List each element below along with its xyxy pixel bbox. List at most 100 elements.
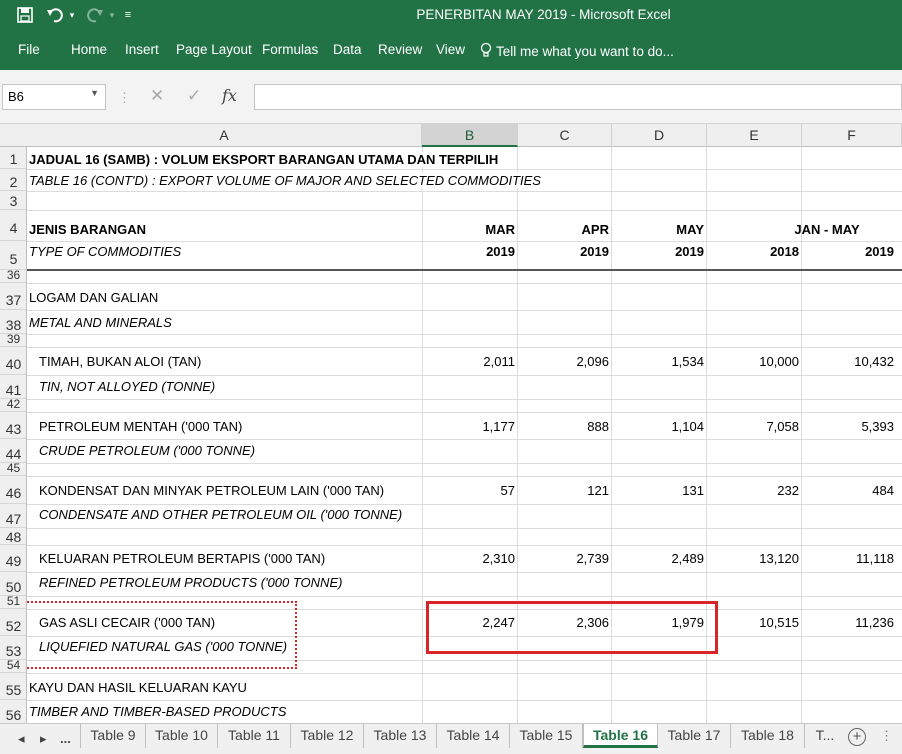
header-commodity-ms: JENIS BARANGAN	[29, 222, 147, 237]
gridline	[27, 476, 902, 477]
sheet-tab[interactable]: Table 18	[731, 724, 805, 748]
sheet-tab[interactable]: Table 10	[146, 724, 218, 748]
row-header[interactable]: 40	[0, 347, 26, 375]
value-cell[interactable]: 13,120	[706, 551, 799, 566]
value-cell[interactable]: 2,489	[611, 551, 704, 566]
value-cell[interactable]: 57	[422, 483, 515, 498]
gridline	[27, 528, 902, 529]
row-header[interactable]: 54	[0, 659, 26, 673]
value-cell[interactable]: 10,000	[706, 354, 799, 369]
row-header[interactable]: 3	[0, 191, 26, 210]
header-year-f: 2019	[865, 244, 894, 259]
sheet-tab[interactable]: Table 9	[80, 724, 146, 748]
tell-me-label: Tell me what you want to do...	[496, 44, 674, 59]
ribbon-tabs: File Home Insert Page Layout Formulas Da…	[0, 32, 902, 70]
row-header[interactable]: 42	[0, 398, 26, 412]
value-cell[interactable]: 1,534	[611, 354, 704, 369]
worksheet-grid[interactable]: JADUAL 16 (SAMB) : VOLUM EKSPORT BARANGA…	[27, 147, 902, 723]
value-cell[interactable]: 1,177	[422, 419, 515, 434]
value-cell[interactable]: 2,310	[422, 551, 515, 566]
sheet-title-ms: JADUAL 16 (SAMB) : VOLUM EKSPORT BARANGA…	[29, 152, 499, 167]
formula-input[interactable]	[254, 84, 902, 110]
row-header[interactable]: 43	[0, 412, 26, 439]
row-header[interactable]: 44	[0, 439, 26, 463]
insert-function-icon[interactable]: fx	[222, 86, 237, 105]
sheet-tab[interactable]: Table 11	[218, 724, 291, 748]
value-cell[interactable]: 121	[517, 483, 609, 498]
sheet-tab-active[interactable]: Table 16	[583, 724, 658, 748]
sheet-tab[interactable]: Table 12	[291, 724, 364, 748]
gridline	[27, 412, 902, 413]
header-year-b: 2019	[486, 244, 515, 259]
value-cell[interactable]: 10,515	[706, 615, 799, 630]
column-header-d[interactable]: D	[612, 124, 707, 147]
row-header[interactable]: 39	[0, 333, 26, 347]
tab-home[interactable]: Home	[71, 42, 107, 57]
gridline	[27, 241, 902, 242]
value-cell[interactable]: 131	[611, 483, 704, 498]
row-header[interactable]: 55	[0, 673, 26, 700]
row-header[interactable]: 45	[0, 462, 26, 476]
column-header-a[interactable]: A	[27, 124, 422, 147]
row-header[interactable]: 52	[0, 609, 26, 636]
column-header-c[interactable]: C	[518, 124, 612, 147]
row-header[interactable]: 51	[0, 595, 26, 609]
value-cell[interactable]: 484	[801, 483, 894, 498]
row-header[interactable]: 53	[0, 636, 26, 660]
tab-view[interactable]: View	[436, 42, 465, 57]
scroll-right-icon[interactable]: ▸	[40, 731, 47, 747]
value-cell[interactable]: 10,432	[801, 354, 894, 369]
value-cell[interactable]: 11,236	[801, 615, 894, 630]
value-cell[interactable]: 2,011	[422, 354, 515, 369]
row-header[interactable]: 49	[0, 545, 26, 572]
tab-data[interactable]: Data	[333, 42, 362, 57]
tell-me-box[interactable]: Tell me what you want to do...	[480, 42, 674, 61]
row-header[interactable]: 56	[0, 700, 26, 723]
column-header-b[interactable]: B	[422, 124, 518, 147]
value-cell[interactable]: 2,739	[517, 551, 609, 566]
value-cell[interactable]: 1,104	[611, 419, 704, 434]
sheet-tab[interactable]: Table 14	[437, 724, 510, 748]
chevron-down-icon[interactable]: ▼	[90, 88, 99, 98]
row-header[interactable]: 2	[0, 169, 26, 191]
tab-formulas[interactable]: Formulas	[262, 42, 318, 57]
value-cell[interactable]: 7,058	[706, 419, 799, 434]
sheet-tab[interactable]: Table 13	[364, 724, 437, 748]
label-highlight-box	[27, 601, 297, 669]
row-header[interactable]: 4	[0, 210, 26, 241]
row-header[interactable]: 41	[0, 375, 26, 399]
value-cell[interactable]: 2,096	[517, 354, 609, 369]
value-cell[interactable]: 888	[517, 419, 609, 434]
scroll-left-icon[interactable]: ◂	[18, 731, 25, 747]
cancel-icon[interactable]: ✕	[150, 86, 164, 106]
column-header-f[interactable]: F	[802, 124, 902, 147]
row-header[interactable]: 5	[0, 241, 26, 270]
value-cell[interactable]: 5,393	[801, 419, 894, 434]
title-bar: ▾ ▾ ≡ PENERBITAN MAY 2019 - Microsoft Ex…	[0, 0, 902, 32]
value-cell[interactable]: 232	[706, 483, 799, 498]
more-sheets-left[interactable]: ...	[60, 731, 71, 746]
sheet-tab[interactable]: Table 17	[658, 724, 731, 748]
row-header[interactable]: 1	[0, 147, 26, 169]
row-header[interactable]: 46	[0, 476, 26, 504]
lightbulb-icon	[480, 42, 492, 61]
name-box[interactable]: B6 ▼	[2, 84, 106, 110]
row-header[interactable]: 50	[0, 572, 26, 596]
sheet-splitter-icon[interactable]: ⋮	[880, 728, 893, 744]
enter-icon[interactable]: ✓	[187, 86, 201, 106]
row-header[interactable]: 38	[0, 310, 26, 334]
sheet-tab[interactable]: T...	[805, 724, 845, 748]
value-cell[interactable]: 11,118	[801, 551, 894, 566]
row-header[interactable]: 48	[0, 528, 26, 545]
tab-file[interactable]: File	[18, 42, 40, 57]
row-header[interactable]: 47	[0, 504, 26, 528]
add-sheet-button[interactable]: +	[848, 728, 866, 746]
tab-review[interactable]: Review	[378, 42, 422, 57]
row-header[interactable]: 36	[0, 269, 26, 283]
sheet-tab[interactable]: Table 15	[510, 724, 583, 748]
gridline	[27, 334, 902, 335]
column-header-e[interactable]: E	[707, 124, 802, 147]
tab-page-layout[interactable]: Page Layout	[176, 42, 252, 57]
tab-insert[interactable]: Insert	[125, 42, 159, 57]
row-header[interactable]: 37	[0, 283, 26, 310]
